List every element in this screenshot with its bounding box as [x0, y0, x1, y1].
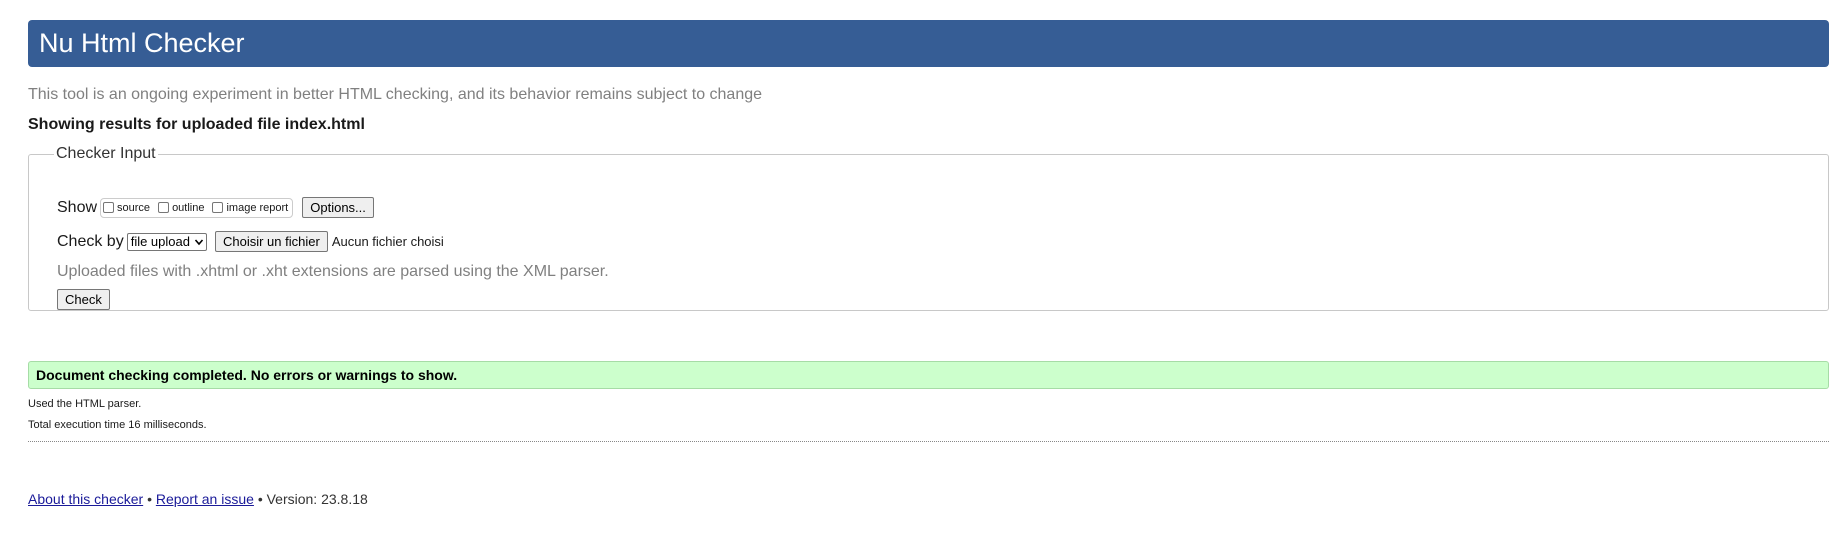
chevron-down-icon	[194, 238, 204, 245]
page-header: Nu Html Checker	[28, 20, 1829, 67]
execution-time-text: Total execution time 16 milliseconds.	[28, 419, 207, 431]
xml-parser-note: Uploaded files with .xhtml or .xht exten…	[57, 263, 609, 280]
checker-input-legend: Checker Input	[56, 145, 156, 162]
check-by-label: Check by	[57, 232, 124, 250]
version-text: Version: 23.8.18	[266, 491, 368, 507]
source-checkbox[interactable]	[103, 202, 115, 213]
show-label: Show	[57, 198, 98, 216]
parser-used-text: Used the HTML parser.	[28, 398, 142, 410]
page: Nu Html Checker This tool is an ongoing …	[0, 0, 1838, 547]
success-message: Document checking completed. No errors o…	[36, 367, 458, 383]
outline-checkbox[interactable]	[158, 202, 170, 213]
choose-file-button[interactable]: Choisir un fichier	[214, 231, 328, 252]
check-by-row: Check by file upload Choisir un fichier …	[57, 231, 444, 252]
footer: About this checker • Report an issue • V…	[28, 491, 368, 507]
show-source-option[interactable]: source	[103, 202, 150, 214]
results-heading: Showing results for uploaded file index.…	[28, 116, 365, 133]
show-image-report-option[interactable]: image report	[212, 202, 288, 214]
check-by-selected-value: file upload	[130, 234, 190, 249]
dotted-divider	[28, 441, 1829, 442]
parser-note-row: Uploaded files with .xhtml or .xht exten…	[57, 263, 609, 281]
page-title: Nu Html Checker	[39, 28, 245, 58]
tagline: This tool is an ongoing experiment in be…	[28, 86, 763, 103]
checker-input-fieldset: Checker Input Show source outline image …	[28, 145, 1829, 311]
footer-separator: •	[147, 491, 152, 507]
about-checker-link[interactable]: About this checker	[28, 491, 143, 507]
success-message-box: Document checking completed. No errors o…	[28, 361, 1829, 389]
source-checkbox-label: source	[117, 201, 151, 214]
show-options-group: source outline image report	[100, 197, 294, 218]
options-button[interactable]: Options...	[302, 197, 374, 218]
check-by-select[interactable]: file upload	[126, 232, 207, 251]
check-button[interactable]: Check	[57, 289, 110, 310]
outline-checkbox-label: outline	[172, 201, 205, 214]
report-issue-link[interactable]: Report an issue	[156, 491, 254, 507]
show-row: Show source outline image report Options…	[57, 197, 374, 218]
image-report-checkbox[interactable]	[212, 202, 224, 213]
check-row: Check	[57, 289, 110, 310]
show-outline-option[interactable]: outline	[158, 202, 204, 214]
no-file-chosen-text: Aucun fichier choisi	[331, 234, 444, 249]
image-report-checkbox-label: image report	[226, 201, 289, 214]
footer-separator: •	[257, 491, 263, 507]
